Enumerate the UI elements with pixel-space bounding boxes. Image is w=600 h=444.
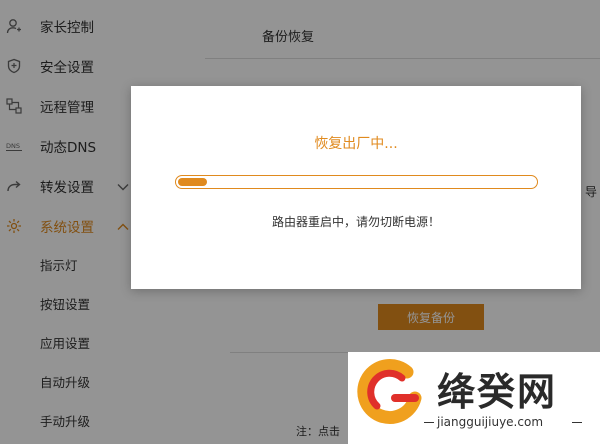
dialog-message: 路由器重启中，请勿切断电源！	[271, 215, 440, 229]
factory-reset-dialog: 恢复出厂中... 路由器重启中，请勿切断电源！	[131, 86, 581, 289]
dialog-title: 恢复出厂中...	[314, 136, 398, 152]
watermark-url: jiangguijiuye.com	[437, 415, 544, 429]
watermark-name: 绛癸网	[437, 370, 558, 414]
progress-fill	[178, 178, 207, 186]
watermark-logo-icon	[355, 358, 425, 428]
progress-bar	[175, 175, 538, 189]
watermark-dash-right	[572, 422, 582, 423]
watermark-dash-left	[424, 422, 434, 423]
